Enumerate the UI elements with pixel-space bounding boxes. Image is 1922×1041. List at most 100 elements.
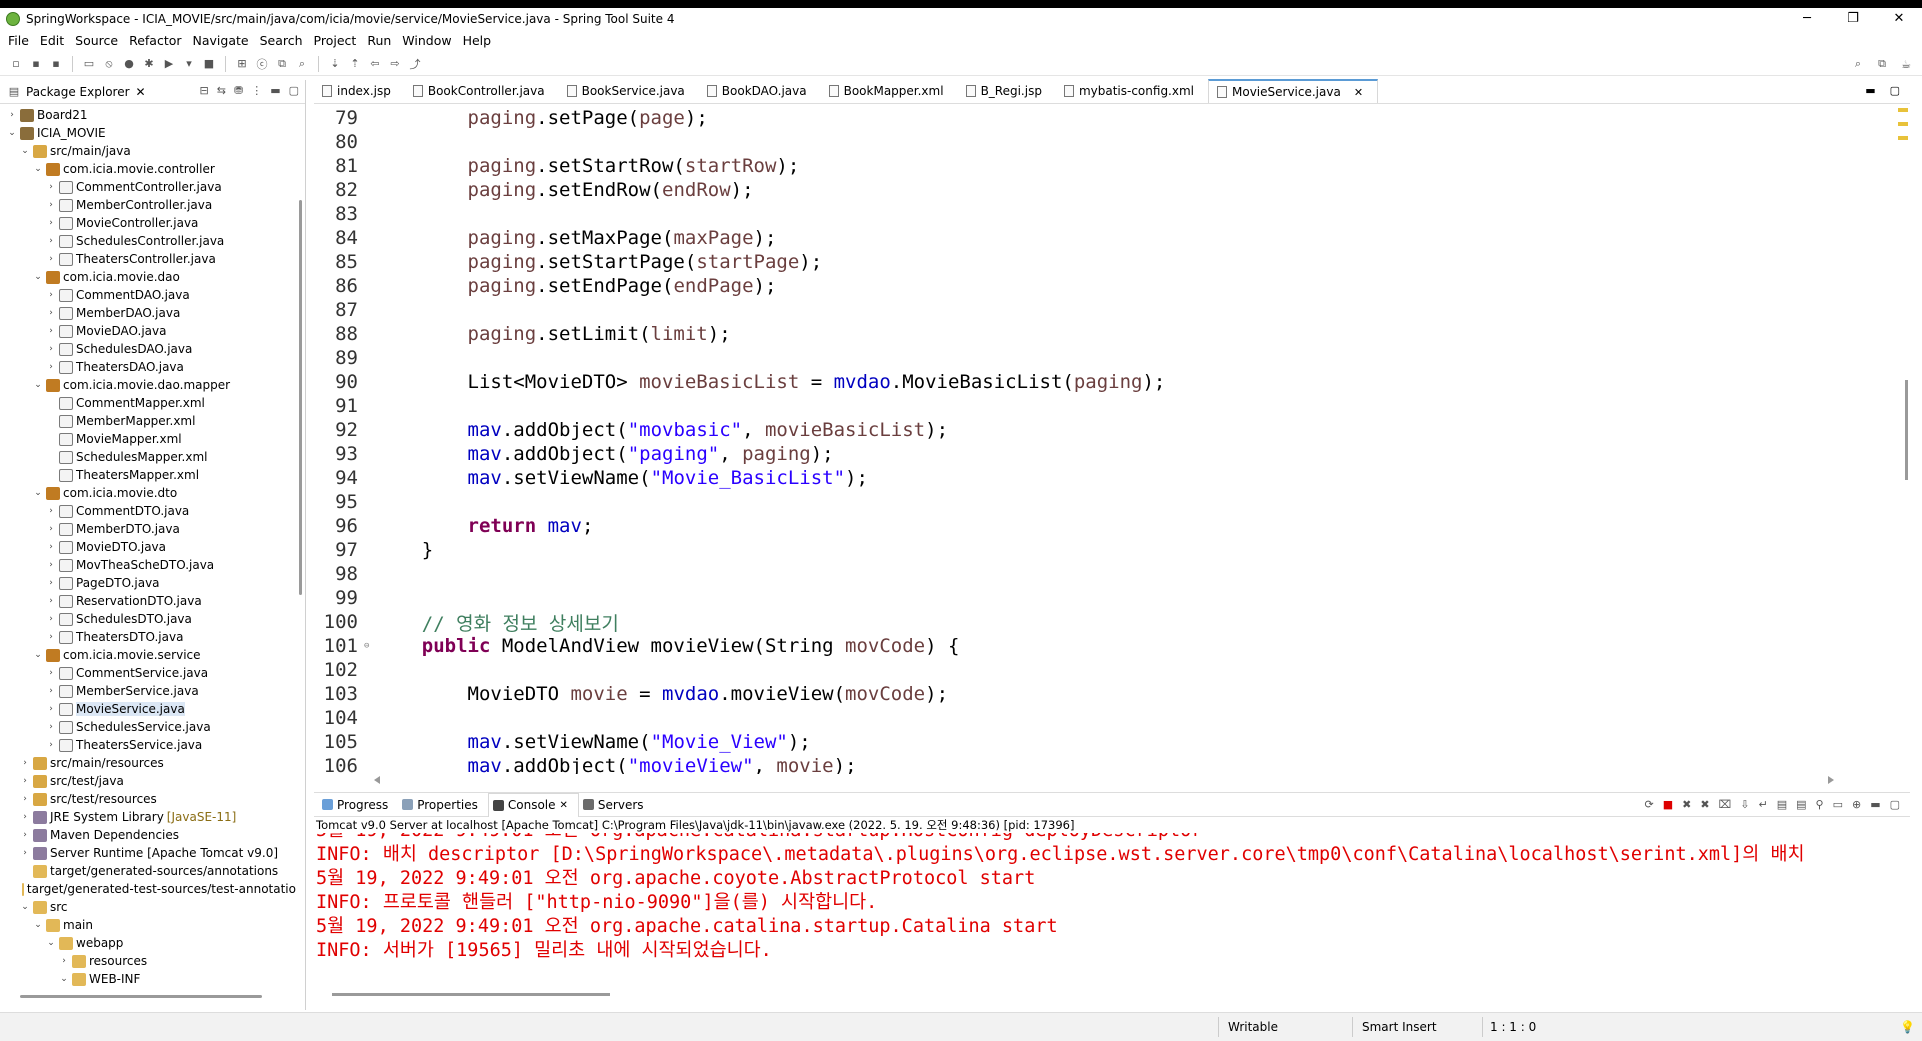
tree-item[interactable]: › MemberDAO.java bbox=[0, 304, 296, 322]
new-java-class-icon[interactable]: ⓒ bbox=[254, 56, 270, 72]
restart-icon[interactable]: ⟳ bbox=[1645, 798, 1654, 811]
code-line[interactable]: 94 mav.setViewName("Movie_BasicList"); bbox=[314, 466, 1894, 490]
tree-item[interactable]: › MemberDTO.java bbox=[0, 520, 296, 538]
stop-icon[interactable]: ■ bbox=[201, 56, 217, 72]
menu-search[interactable]: Search bbox=[256, 33, 310, 48]
tab-progress[interactable]: Progress bbox=[318, 793, 398, 817]
tree-item[interactable]: › src/test/java bbox=[0, 772, 296, 790]
code-line[interactable]: 90 List<MovieDTO> movieBasicList = mvdao… bbox=[314, 370, 1894, 394]
collapsed-chevron-icon[interactable]: › bbox=[45, 524, 57, 534]
remove-all-terminated-icon[interactable]: ✖ bbox=[1700, 798, 1709, 811]
close-tab-icon[interactable]: ✕ bbox=[1354, 86, 1363, 99]
debug-icon[interactable]: ✱ bbox=[141, 56, 157, 72]
tree-item[interactable]: › MovTheaScheDTO.java bbox=[0, 556, 296, 574]
search-tools-icon[interactable]: ⌕ bbox=[294, 56, 310, 72]
menu-project[interactable]: Project bbox=[310, 33, 364, 48]
save-all-icon[interactable]: ▪ bbox=[48, 56, 64, 72]
warning-marker[interactable] bbox=[1898, 108, 1908, 112]
tree-item[interactable]: ⌄ ICIA_MOVIE bbox=[0, 124, 296, 142]
collapsed-chevron-icon[interactable]: › bbox=[19, 830, 31, 840]
collapsed-chevron-icon[interactable]: › bbox=[45, 596, 57, 606]
collapsed-chevron-icon[interactable]: › bbox=[45, 668, 57, 678]
scroll-left-icon[interactable] bbox=[374, 776, 380, 784]
expanded-chevron-icon[interactable]: ⌄ bbox=[32, 488, 44, 498]
clear-console-icon[interactable]: ⌧ bbox=[1719, 798, 1732, 811]
collapsed-chevron-icon[interactable]: › bbox=[45, 344, 57, 354]
code-line[interactable]: 95 bbox=[314, 490, 1894, 514]
editor-horizontal-scrollbar[interactable] bbox=[374, 776, 1834, 784]
new-icon[interactable]: ▫ bbox=[8, 56, 24, 72]
menu-refactor[interactable]: Refactor bbox=[125, 33, 188, 48]
collapsed-chevron-icon[interactable]: › bbox=[45, 254, 57, 264]
package-explorer-title[interactable]: Package Explorer bbox=[26, 85, 130, 99]
code-line[interactable]: 97 } bbox=[314, 538, 1894, 562]
collapsed-chevron-icon[interactable]: › bbox=[45, 722, 57, 732]
collapsed-chevron-icon[interactable]: › bbox=[19, 758, 31, 768]
code-line[interactable]: 104 bbox=[314, 706, 1894, 730]
editor-tab[interactable]: BookDAO.java bbox=[699, 79, 821, 103]
collapsed-chevron-icon[interactable]: › bbox=[45, 362, 57, 372]
collapsed-chevron-icon[interactable]: › bbox=[45, 200, 57, 210]
expanded-chevron-icon[interactable]: ⌄ bbox=[32, 650, 44, 660]
open-perspective-icon[interactable]: ⧉ bbox=[1874, 56, 1890, 72]
code-line[interactable]: 93 mav.addObject("paging", paging); bbox=[314, 442, 1894, 466]
tab-properties[interactable]: Properties bbox=[398, 793, 488, 817]
collapsed-chevron-icon[interactable]: › bbox=[45, 308, 57, 318]
editor-tab[interactable]: mybatis-config.xml bbox=[1056, 79, 1208, 103]
editor-tab[interactable]: BookMapper.xml bbox=[821, 79, 958, 103]
collapsed-chevron-icon[interactable]: › bbox=[6, 110, 18, 120]
menu-edit[interactable]: Edit bbox=[36, 33, 71, 48]
collapsed-chevron-icon[interactable]: › bbox=[45, 632, 57, 642]
scroll-lock-icon[interactable]: ⇩ bbox=[1740, 798, 1749, 811]
code-line[interactable]: 87 bbox=[314, 298, 1894, 322]
tree-vertical-scrollbar[interactable] bbox=[299, 200, 302, 595]
menu-run[interactable]: Run bbox=[363, 33, 398, 48]
terminal-icon[interactable]: ▭ bbox=[81, 56, 97, 72]
tree-item[interactable]: ⌄ com.icia.movie.dao.mapper bbox=[0, 376, 296, 394]
menu-help[interactable]: Help bbox=[459, 33, 499, 48]
collapsed-chevron-icon[interactable]: › bbox=[45, 578, 57, 588]
tree-item[interactable]: › MovieDTO.java bbox=[0, 538, 296, 556]
tree-item[interactable]: target/generated-test-sources/test-annot… bbox=[0, 880, 296, 898]
collapsed-chevron-icon[interactable]: › bbox=[19, 812, 31, 822]
tree-item[interactable]: › Board21 bbox=[0, 106, 296, 124]
collapsed-chevron-icon[interactable]: › bbox=[58, 956, 70, 966]
tree-item[interactable]: › TheatersService.java bbox=[0, 736, 296, 754]
tree-item[interactable]: › CommentDTO.java bbox=[0, 502, 296, 520]
tree-item[interactable]: › MovieController.java bbox=[0, 214, 296, 232]
tree-item[interactable]: ⌄ main bbox=[0, 916, 296, 934]
collapsed-chevron-icon[interactable]: › bbox=[45, 290, 57, 300]
warning-marker[interactable] bbox=[1898, 136, 1908, 140]
collapsed-chevron-icon[interactable]: › bbox=[45, 326, 57, 336]
run-dropdown-icon[interactable]: ▾ bbox=[181, 56, 197, 72]
tree-item[interactable]: › resources bbox=[0, 952, 296, 970]
tree-item[interactable]: › SchedulesController.java bbox=[0, 232, 296, 250]
tip-bulb-icon[interactable]: 💡 bbox=[1900, 1020, 1915, 1034]
status-cursor-position[interactable]: 1 : 1 : 0 bbox=[1490, 1020, 1536, 1034]
tree-item[interactable]: › Maven Dependencies bbox=[0, 826, 296, 844]
previous-annotation-icon[interactable]: ⇡ bbox=[347, 56, 363, 72]
console-output[interactable]: 5월 19, 2022 9:49:01 오전 org.apache.catali… bbox=[316, 833, 1896, 983]
tree-item[interactable]: › PageDTO.java bbox=[0, 574, 296, 592]
expanded-chevron-icon[interactable]: ⌄ bbox=[58, 974, 70, 984]
show-stderr-icon[interactable]: ▤ bbox=[1796, 798, 1806, 811]
expanded-chevron-icon[interactable]: ⌄ bbox=[32, 272, 44, 282]
run-icon[interactable]: ▶ bbox=[161, 56, 177, 72]
editor-tab[interactable]: BookController.java bbox=[405, 79, 559, 103]
tree-item[interactable]: ⌄ src/main/java bbox=[0, 142, 296, 160]
tree-item[interactable]: ⌄ com.icia.movie.controller bbox=[0, 160, 296, 178]
tree-item[interactable]: target/generated-sources/annotations bbox=[0, 862, 296, 880]
tab-servers[interactable]: Servers bbox=[579, 793, 654, 817]
code-line[interactable]: 85 paging.setStartPage(startPage); bbox=[314, 250, 1894, 274]
fold-toggle-icon[interactable]: ⊖ bbox=[364, 641, 376, 651]
minimize-panel-icon[interactable]: ▬ bbox=[1870, 798, 1880, 811]
tree-item[interactable]: › MemberService.java bbox=[0, 682, 296, 700]
menu-window[interactable]: Window bbox=[398, 33, 458, 48]
close-tab-icon[interactable]: ✕ bbox=[560, 800, 568, 811]
menu-source[interactable]: Source bbox=[71, 33, 125, 48]
search-icon[interactable]: ⌕ bbox=[1850, 56, 1866, 72]
code-line[interactable]: 86 paging.setEndPage(endPage); bbox=[314, 274, 1894, 298]
tree-item[interactable]: ⌄ WEB-INF bbox=[0, 970, 296, 986]
code-line[interactable]: 105 mav.setViewName("Movie_View"); bbox=[314, 730, 1894, 754]
minimize-button[interactable]: ─ bbox=[1784, 8, 1830, 30]
